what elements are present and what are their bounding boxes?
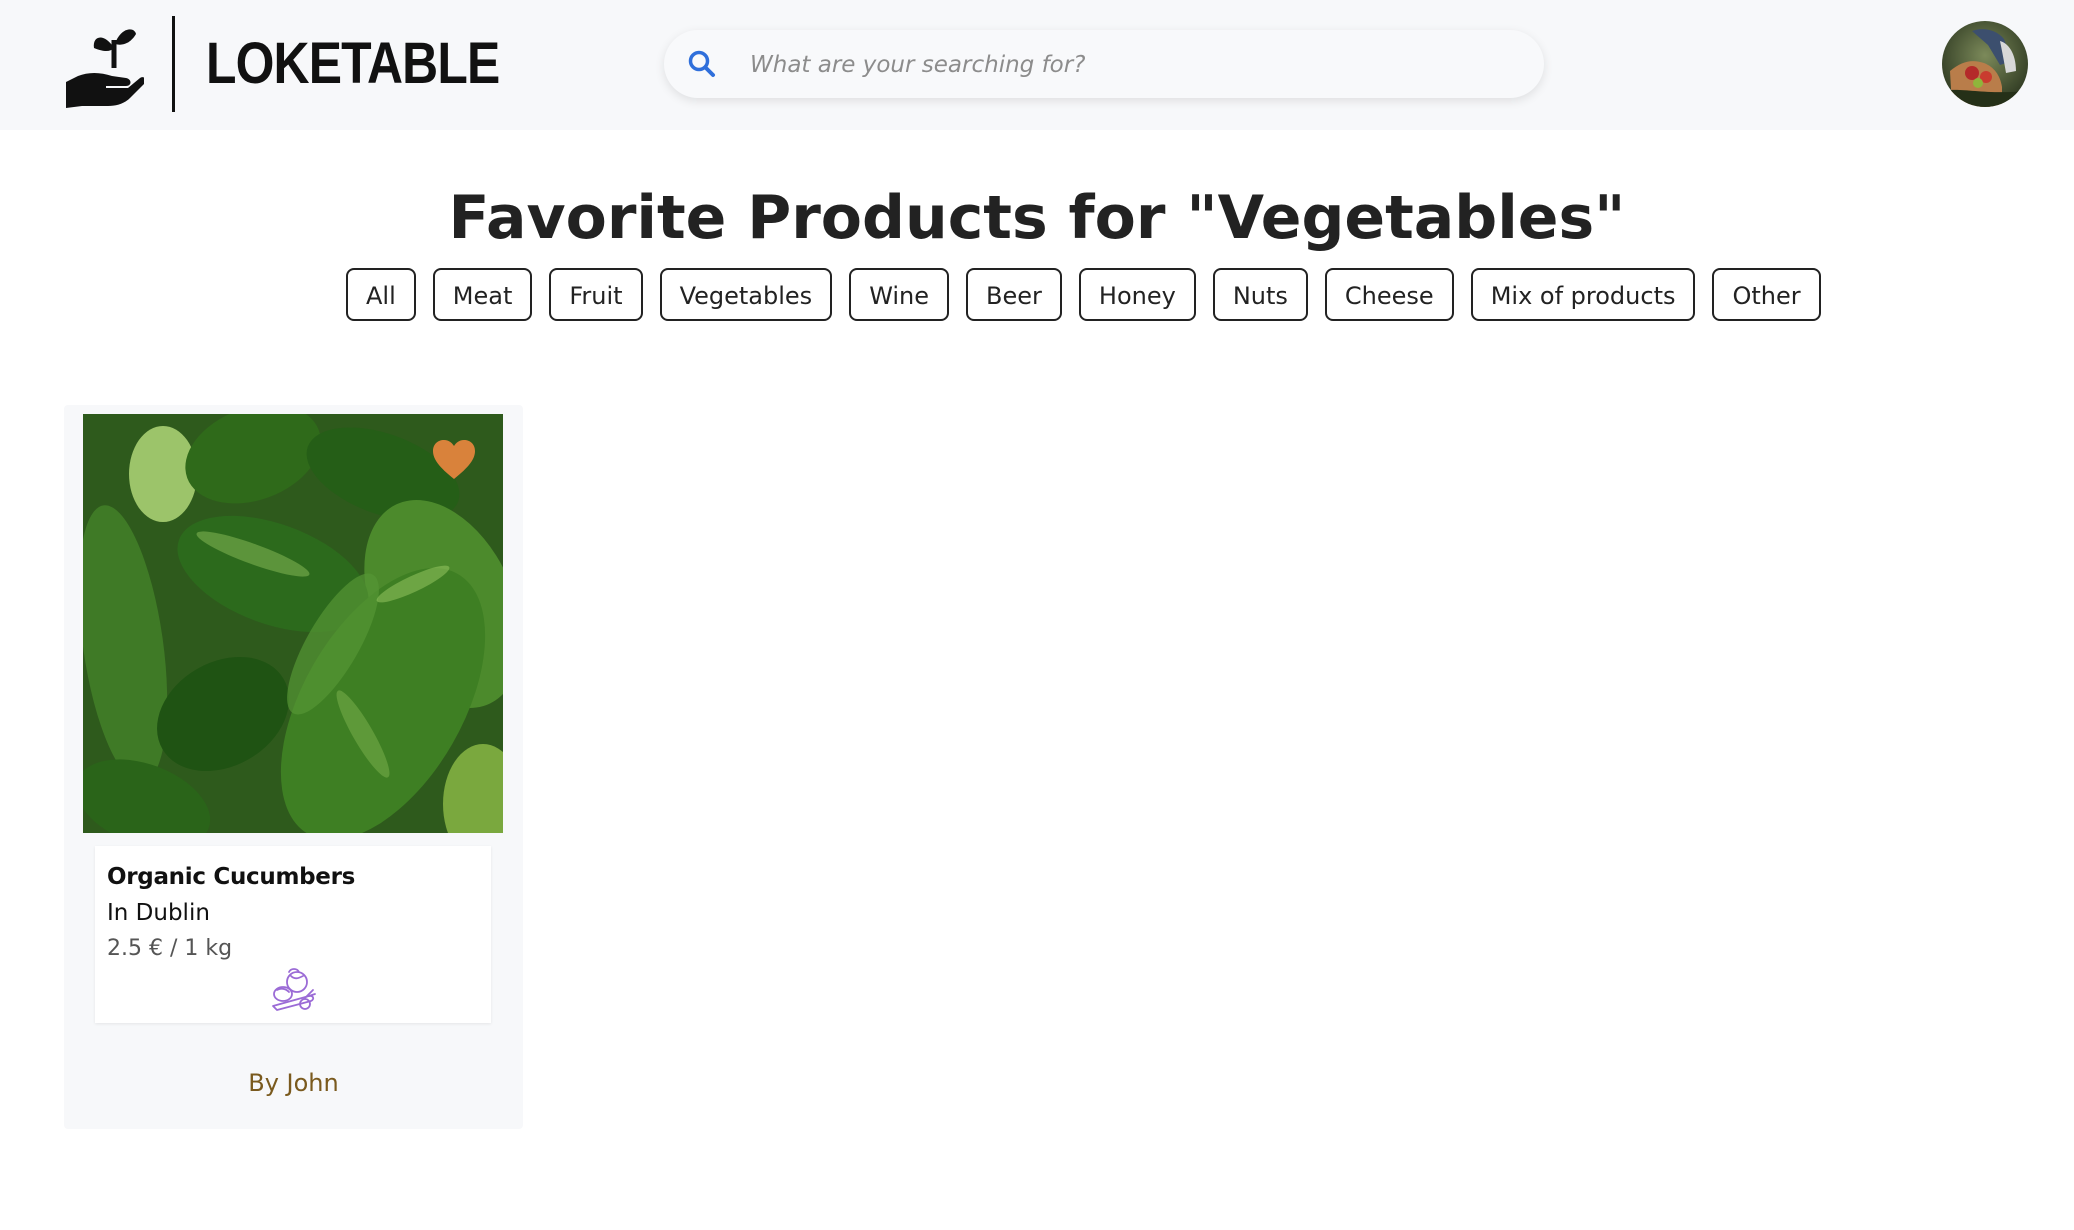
filter-cheese-button[interactable]: Cheese (1324, 268, 1454, 321)
product-info: Organic Cucumbers In Dublin 2.5 € / 1 kg (95, 846, 491, 1023)
user-avatar[interactable] (1942, 21, 2028, 107)
filter-nuts-button[interactable]: Nuts (1212, 268, 1308, 321)
filter-meat-button[interactable]: Meat (432, 268, 533, 321)
filter-fruit-button[interactable]: Fruit (549, 268, 643, 321)
top-bar: LOKETABLE (0, 0, 2074, 130)
filter-beer-button[interactable]: Beer (966, 268, 1062, 321)
search-icon[interactable] (686, 48, 718, 80)
seller-link[interactable]: By John (64, 1069, 523, 1097)
product-image[interactable] (83, 414, 503, 833)
category-filters: All Meat Fruit Vegetables Wine Beer Hone… (346, 268, 1821, 325)
filter-all-button[interactable]: All (346, 268, 416, 321)
vegetables-icon (272, 968, 316, 1011)
filter-vegetables-button[interactable]: Vegetables (659, 268, 833, 321)
filter-mix-button[interactable]: Mix of products (1470, 268, 1696, 321)
search-input[interactable] (748, 40, 1512, 90)
product-location: In Dublin (107, 900, 210, 926)
product-card[interactable]: Organic Cucumbers In Dublin 2.5 € / 1 kg… (64, 405, 523, 1129)
product-name[interactable]: Organic Cucumbers (107, 864, 355, 890)
logo-divider (172, 16, 175, 112)
hand-sprout-logo-icon[interactable] (64, 26, 144, 110)
favorite-heart-icon[interactable] (431, 439, 477, 481)
search-bar[interactable] (664, 30, 1544, 98)
filter-wine-button[interactable]: Wine (849, 268, 950, 321)
avatar-photo-icon (1942, 21, 2028, 107)
page-title: Favorite Products for "Vegetables" (448, 183, 1626, 254)
brand-name[interactable]: LOKETABLE (206, 28, 500, 100)
product-price: 2.5 € / 1 kg (107, 936, 233, 961)
filter-other-button[interactable]: Other (1712, 268, 1821, 321)
filter-honey-button[interactable]: Honey (1078, 268, 1196, 321)
